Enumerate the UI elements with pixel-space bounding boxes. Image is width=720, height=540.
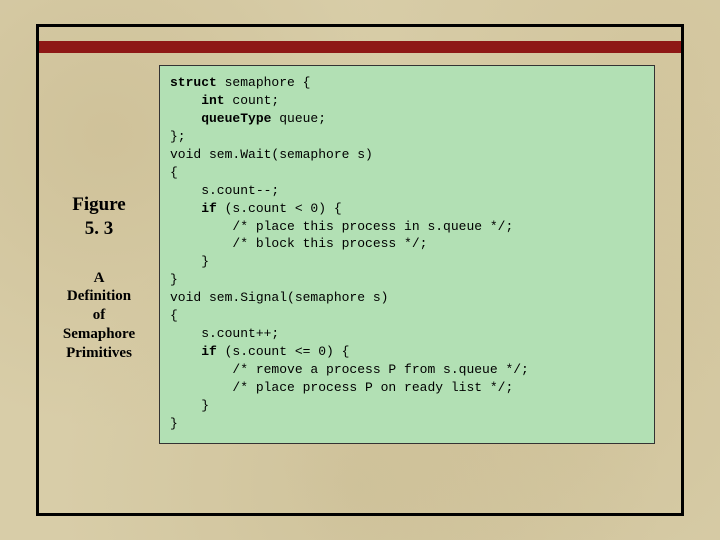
figure-label-2: 5. 3	[85, 218, 114, 239]
code-listing: struct semaphore { int count; queueType …	[170, 74, 644, 433]
code-l11: }	[170, 254, 209, 269]
code-l02: count;	[225, 93, 280, 108]
code-l10: /* block this process */;	[170, 236, 427, 251]
content-row: Figure 5. 3 A Definition of Semaphore Pr…	[39, 65, 681, 513]
code-l17: /* remove a process P from s.queue */;	[170, 362, 529, 377]
code-box: struct semaphore { int count; queueType …	[159, 65, 655, 444]
caption-4: Semaphore	[63, 326, 135, 342]
kw-struct: struct	[170, 75, 217, 90]
code-l15: s.count++;	[170, 326, 279, 341]
slide-frame: Figure 5. 3 A Definition of Semaphore Pr…	[36, 24, 684, 516]
code-l14: {	[170, 308, 178, 323]
code-l07: s.count--;	[170, 183, 279, 198]
figure-caption: A Definition of Semaphore Primitives	[39, 269, 159, 363]
accent-bar	[39, 41, 681, 53]
code-l04: };	[170, 129, 186, 144]
caption-3: of	[93, 307, 106, 323]
code-l20: }	[170, 416, 178, 431]
code-l03: queue;	[271, 111, 326, 126]
caption-2: Definition	[67, 288, 131, 304]
code-l16: (s.count <= 0) {	[217, 344, 350, 359]
code-l08: (s.count < 0) {	[217, 201, 342, 216]
figure-label-1: Figure	[72, 194, 125, 215]
code-l06: {	[170, 165, 178, 180]
kw-queuetype: queueType	[170, 111, 271, 126]
kw-if-2: if	[170, 344, 217, 359]
kw-if-1: if	[170, 201, 217, 216]
code-l09: /* place this process in s.queue */;	[170, 219, 513, 234]
code-l18: /* place process P on ready list */;	[170, 380, 513, 395]
caption-5: Primitives	[66, 345, 132, 361]
side-label: Figure 5. 3 A Definition of Semaphore Pr…	[39, 65, 159, 362]
code-l12: }	[170, 272, 178, 287]
figure-number: Figure 5. 3	[39, 193, 159, 241]
code-l13: void sem.Signal(semaphore s)	[170, 290, 388, 305]
code-l01: semaphore {	[217, 75, 311, 90]
kw-int: int	[170, 93, 225, 108]
caption-1: A	[94, 270, 105, 286]
code-l05: void sem.Wait(semaphore s)	[170, 147, 373, 162]
code-l19: }	[170, 398, 209, 413]
